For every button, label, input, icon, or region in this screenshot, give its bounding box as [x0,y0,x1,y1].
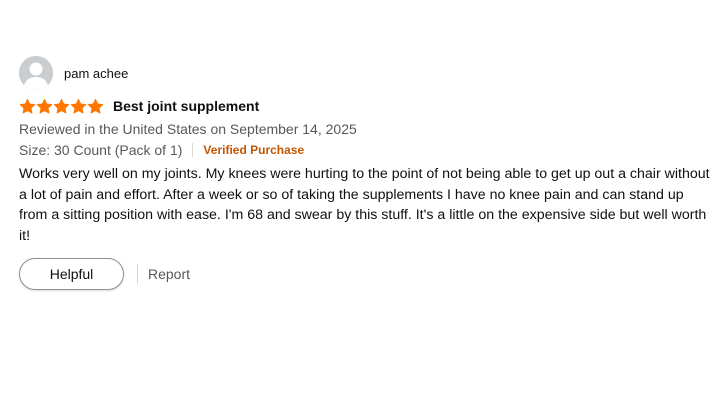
action-divider [137,264,138,284]
review-meta: Size: 30 Count (Pack of 1) Verified Purc… [19,140,715,160]
star-filled-icon [36,98,53,115]
star-filled-icon [19,98,36,115]
review-date: Reviewed in the United States on Septemb… [19,121,357,137]
star-filled-icon [70,98,87,115]
reviewer-name: pam achee [64,65,129,81]
customer-review: pam achee Best joint supplement Reviewed… [19,56,715,290]
reviewer-profile[interactable]: pam achee [19,56,715,90]
verified-purchase-badge: Verified Purchase [203,143,305,157]
report-link[interactable]: Report [148,266,190,282]
star-rating[interactable] [19,98,104,115]
helpful-button[interactable]: Helpful [19,258,124,290]
rating-row: Best joint supplement [19,96,715,116]
review-actions: Helpful Report [19,258,715,290]
product-variant: Size: 30 Count (Pack of 1) [19,142,183,158]
default-user-avatar-icon [19,56,53,90]
review-body: Works very well on my joints. My knees w… [19,166,710,244]
meta-divider [192,143,194,157]
star-filled-icon [53,98,70,115]
star-filled-icon [87,98,104,115]
review-title[interactable]: Best joint supplement [113,98,259,114]
